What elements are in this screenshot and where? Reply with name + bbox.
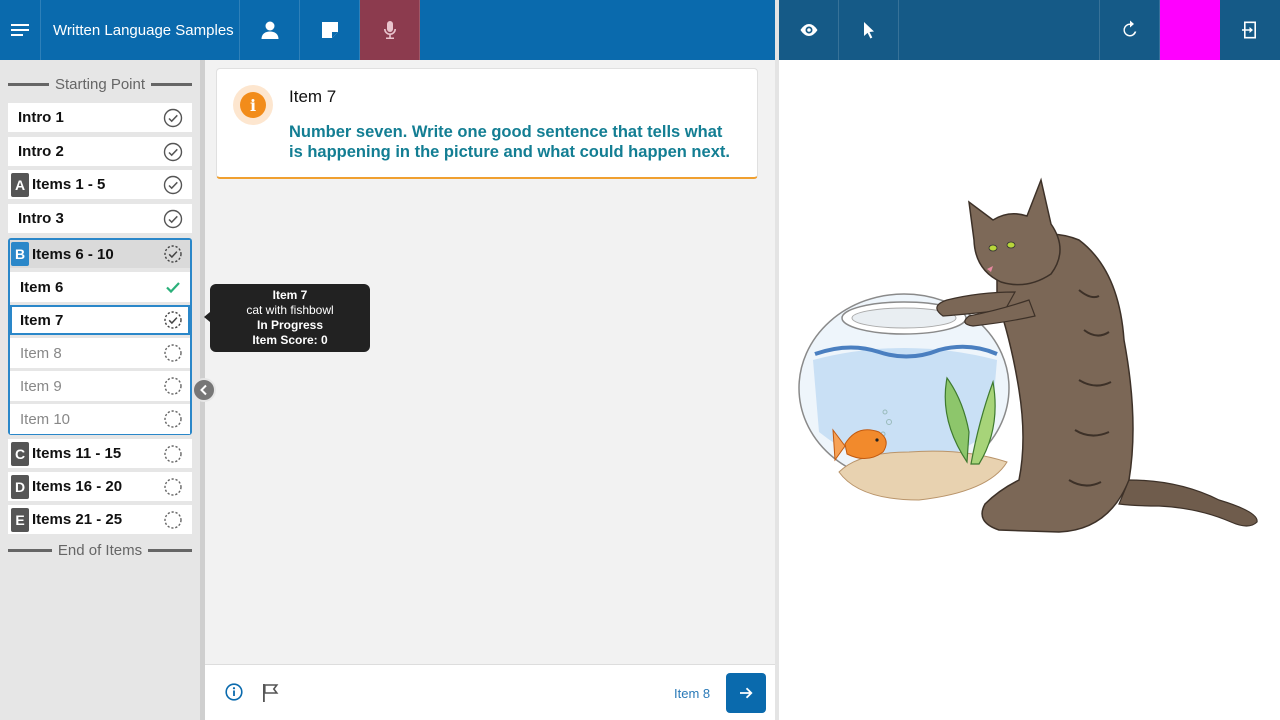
notes-button[interactable]	[300, 0, 360, 60]
item-title: Item 7	[289, 87, 337, 106]
section-letter-b: B	[11, 242, 29, 266]
starting-point-separator: Starting Point	[8, 76, 192, 93]
nav-item-label: Item 8	[20, 344, 62, 362]
exit-button[interactable]	[1220, 0, 1280, 60]
chevron-left-icon	[200, 384, 207, 396]
microphone-icon	[383, 21, 396, 39]
refresh-button[interactable]	[1100, 0, 1160, 60]
item-footer: Item 8	[205, 664, 775, 720]
next-item-label: Item 8	[674, 686, 711, 701]
check-circle-icon	[163, 175, 183, 194]
info-icon: i	[240, 92, 266, 118]
not-started-icon	[164, 410, 182, 428]
checkmark-icon	[166, 282, 180, 294]
nav-item-label: Intro 3	[18, 210, 64, 227]
microphone-button[interactable]	[360, 0, 420, 60]
info-outline-icon[interactable]	[225, 683, 243, 701]
item-prompt-text: Number seven. Write one good sentence th…	[289, 123, 730, 161]
user-icon	[261, 21, 278, 39]
flag-icon[interactable]	[261, 683, 279, 703]
top-toolbar: Written Language Samples	[0, 0, 775, 60]
toolbar-spacer	[899, 0, 1100, 60]
next-item-button[interactable]	[726, 673, 766, 713]
in-progress-icon	[164, 245, 182, 263]
nav-item-label: Item 9	[20, 377, 62, 395]
nav-item-item-6[interactable]: Item 6	[10, 272, 190, 302]
examinee-button[interactable]	[240, 0, 300, 60]
check-circle-icon	[163, 142, 183, 161]
cat-with-fishbowl-illustration	[798, 177, 1258, 533]
nav-item-label: Items 1 - 5	[32, 176, 106, 193]
arrow-right-icon	[740, 687, 753, 699]
highlight-swatch[interactable]	[1160, 0, 1220, 60]
pointer-button[interactable]	[839, 0, 899, 60]
nav-item-items-11-15[interactable]: C Items 11 - 15	[8, 439, 192, 468]
tooltip-title: Item 7	[272, 288, 308, 302]
nav-item-intro-2[interactable]: Intro 2	[8, 137, 192, 166]
note-icon	[321, 22, 338, 38]
nav-item-items-1-5[interactable]: A Items 1 - 5	[8, 170, 192, 199]
nav-item-label: Items 21 - 25	[32, 511, 123, 528]
end-of-items-label: End of Items	[57, 542, 143, 559]
nav-item-items-21-25[interactable]: E Items 21 - 25	[8, 505, 192, 534]
collapse-sidebar-button[interactable]	[192, 378, 216, 402]
stimulus-toolbar	[779, 0, 1280, 60]
nav-item-items-16-20[interactable]: D Items 16 - 20	[8, 472, 192, 501]
nav-item-item-7[interactable]: Item 7	[10, 305, 190, 335]
pointer-icon	[863, 22, 874, 39]
nav-item-item-9[interactable]: Item 9	[10, 371, 190, 401]
nav-item-items-6-10[interactable]: B Items 6 - 10	[10, 240, 190, 268]
nav-item-label: Item 10	[20, 410, 71, 428]
nav-item-label: Item 7	[20, 311, 64, 329]
not-started-icon	[164, 444, 182, 463]
not-started-icon	[164, 344, 182, 362]
nav-item-intro-1[interactable]: Intro 1	[8, 103, 192, 132]
stimulus-panel	[779, 60, 1280, 720]
app-root: Written Language Samples Starting Point …	[0, 0, 1280, 720]
nav-item-label: Items 11 - 15	[32, 445, 122, 462]
tooltip-status: In Progress	[256, 318, 324, 332]
not-started-icon	[164, 377, 182, 395]
nav-item-item-10[interactable]: Item 10	[10, 404, 190, 434]
starting-point-label: Starting Point	[54, 76, 146, 93]
hamburger-menu-icon	[11, 24, 29, 36]
visibility-button[interactable]	[779, 0, 839, 60]
nav-item-label: Intro 2	[18, 143, 64, 160]
check-circle-icon	[163, 209, 183, 228]
nav-item-item-8[interactable]: Item 8	[10, 338, 190, 368]
check-circle-icon	[163, 108, 183, 127]
nav-item-label: Item 6	[20, 278, 64, 296]
tooltip-subtitle: cat with fishbowl	[246, 303, 334, 317]
not-started-icon	[164, 477, 182, 496]
section-letter-a: A	[11, 172, 29, 197]
nav-item-label: Items 6 - 10	[32, 245, 114, 263]
in-progress-icon	[164, 311, 182, 329]
item-tooltip: Item 7 cat with fishbowl In Progress Ite…	[204, 284, 370, 352]
refresh-icon	[1122, 20, 1136, 37]
tooltip-score: Item Score: 0	[252, 333, 328, 347]
nav-item-label: Items 16 - 20	[32, 478, 123, 495]
end-of-items-separator: End of Items	[8, 542, 192, 559]
section-letter-e: E	[11, 507, 29, 532]
exit-icon	[1242, 21, 1256, 39]
section-letter-c: C	[11, 441, 29, 466]
not-started-icon	[164, 510, 182, 529]
app-title: Written Language Samples	[41, 0, 240, 60]
info-badge: i	[233, 85, 273, 125]
section-letter-d: D	[11, 474, 29, 499]
nav-item-label: Intro 1	[18, 109, 64, 126]
item-prompt-card: i Item 7 Number seven. Write one good se…	[216, 68, 758, 179]
menu-button[interactable]	[0, 0, 41, 60]
nav-item-intro-3[interactable]: Intro 3	[8, 204, 192, 233]
eye-icon	[800, 24, 817, 36]
